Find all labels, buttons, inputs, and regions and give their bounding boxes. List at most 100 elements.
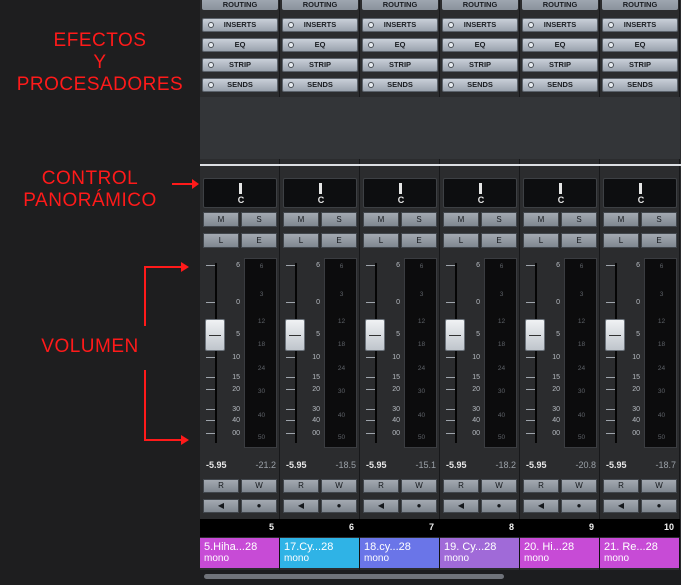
strip-button[interactable]: STRIP xyxy=(362,58,438,72)
eq-button[interactable]: EQ xyxy=(362,38,438,52)
volume-fader[interactable] xyxy=(525,319,545,351)
read-automation-button[interactable]: R xyxy=(283,479,319,493)
read-automation-button[interactable]: R xyxy=(603,479,639,493)
read-automation-button[interactable]: R xyxy=(523,479,559,493)
channel-name-label[interactable]: 18.cy...28 mono xyxy=(360,538,440,568)
volume-value[interactable]: -5.95 xyxy=(286,460,307,470)
read-automation-button[interactable]: R xyxy=(443,479,479,493)
listen-button[interactable]: L xyxy=(523,233,559,248)
volume-value[interactable]: -5.95 xyxy=(526,460,547,470)
routing-button[interactable]: ROUTING xyxy=(202,0,278,10)
sends-button[interactable]: SENDS xyxy=(282,78,358,92)
record-enable-button[interactable]: ● xyxy=(241,499,277,513)
solo-button[interactable]: S xyxy=(561,212,597,227)
monitor-button[interactable]: ◀ xyxy=(523,499,559,513)
listen-button[interactable]: L xyxy=(603,233,639,248)
inserts-button[interactable]: INSERTS xyxy=(602,18,678,32)
monitor-button[interactable]: ◀ xyxy=(603,499,639,513)
strip-button[interactable]: STRIP xyxy=(202,58,278,72)
pan-control[interactable]: C xyxy=(603,178,677,208)
edit-button[interactable]: E xyxy=(481,233,517,248)
inserts-button[interactable]: INSERTS xyxy=(362,18,438,32)
eq-button[interactable]: EQ xyxy=(442,38,518,52)
pan-control[interactable]: C xyxy=(203,178,277,208)
channel-name-label[interactable]: 19. Cy...28 mono xyxy=(440,538,520,568)
channel-name-label[interactable]: 17.Cy...28 mono xyxy=(280,538,360,568)
channel-name-label[interactable]: 5.Hiha...28 mono xyxy=(200,538,280,568)
write-automation-button[interactable]: W xyxy=(481,479,517,493)
sends-button[interactable]: SENDS xyxy=(442,78,518,92)
channel-name-label[interactable]: 20. Hi...28 mono xyxy=(520,538,600,568)
monitor-button[interactable]: ◀ xyxy=(283,499,319,513)
volume-value[interactable]: -5.95 xyxy=(446,460,467,470)
monitor-button[interactable]: ◀ xyxy=(443,499,479,513)
volume-fader[interactable] xyxy=(445,319,465,351)
volume-value[interactable]: -5.95 xyxy=(206,460,227,470)
mute-button[interactable]: M xyxy=(523,212,559,227)
edit-button[interactable]: E xyxy=(321,233,357,248)
volume-fader[interactable] xyxy=(365,319,385,351)
volume-value[interactable]: -5.95 xyxy=(606,460,627,470)
eq-button[interactable]: EQ xyxy=(202,38,278,52)
inserts-button[interactable]: INSERTS xyxy=(282,18,358,32)
volume-fader[interactable] xyxy=(605,319,625,351)
routing-button[interactable]: ROUTING xyxy=(362,0,438,10)
sends-button[interactable]: SENDS xyxy=(202,78,278,92)
scrollbar-thumb[interactable] xyxy=(204,574,504,579)
eq-button[interactable]: EQ xyxy=(602,38,678,52)
inserts-button[interactable]: INSERTS xyxy=(202,18,278,32)
solo-button[interactable]: S xyxy=(481,212,517,227)
mute-button[interactable]: M xyxy=(203,212,239,227)
monitor-button[interactable]: ◀ xyxy=(203,499,239,513)
routing-button[interactable]: ROUTING xyxy=(602,0,678,10)
read-automation-button[interactable]: R xyxy=(203,479,239,493)
mute-button[interactable]: M xyxy=(603,212,639,227)
pan-control[interactable]: C xyxy=(523,178,597,208)
strip-button[interactable]: STRIP xyxy=(282,58,358,72)
read-automation-button[interactable]: R xyxy=(363,479,399,493)
record-enable-button[interactable]: ● xyxy=(321,499,357,513)
record-enable-button[interactable]: ● xyxy=(561,499,597,513)
mute-button[interactable]: M xyxy=(283,212,319,227)
mute-button[interactable]: M xyxy=(443,212,479,227)
sends-button[interactable]: SENDS xyxy=(602,78,678,92)
inserts-button[interactable]: INSERTS xyxy=(522,18,598,32)
volume-fader[interactable] xyxy=(205,319,225,351)
solo-button[interactable]: S xyxy=(321,212,357,227)
solo-button[interactable]: S xyxy=(401,212,437,227)
routing-button[interactable]: ROUTING xyxy=(282,0,358,10)
listen-button[interactable]: L xyxy=(363,233,399,248)
sends-button[interactable]: SENDS xyxy=(522,78,598,92)
channel-name-label[interactable]: 21. Re...28 mono xyxy=(600,538,680,568)
edit-button[interactable]: E xyxy=(641,233,677,248)
record-enable-button[interactable]: ● xyxy=(481,499,517,513)
write-automation-button[interactable]: W xyxy=(561,479,597,493)
pan-control[interactable]: C xyxy=(283,178,357,208)
inserts-button[interactable]: INSERTS xyxy=(442,18,518,32)
routing-button[interactable]: ROUTING xyxy=(442,0,518,10)
strip-button[interactable]: STRIP xyxy=(602,58,678,72)
record-enable-button[interactable]: ● xyxy=(641,499,677,513)
solo-button[interactable]: S xyxy=(241,212,277,227)
monitor-button[interactable]: ◀ xyxy=(363,499,399,513)
mute-button[interactable]: M xyxy=(363,212,399,227)
volume-fader[interactable] xyxy=(285,319,305,351)
edit-button[interactable]: E xyxy=(561,233,597,248)
sends-button[interactable]: SENDS xyxy=(362,78,438,92)
listen-button[interactable]: L xyxy=(283,233,319,248)
eq-button[interactable]: EQ xyxy=(282,38,358,52)
horizontal-scrollbar[interactable] xyxy=(200,570,681,585)
listen-button[interactable]: L xyxy=(203,233,239,248)
routing-button[interactable]: ROUTING xyxy=(522,0,598,10)
write-automation-button[interactable]: W xyxy=(641,479,677,493)
solo-button[interactable]: S xyxy=(641,212,677,227)
volume-value[interactable]: -5.95 xyxy=(366,460,387,470)
pan-control[interactable]: C xyxy=(363,178,437,208)
write-automation-button[interactable]: W xyxy=(241,479,277,493)
record-enable-button[interactable]: ● xyxy=(401,499,437,513)
edit-button[interactable]: E xyxy=(401,233,437,248)
write-automation-button[interactable]: W xyxy=(401,479,437,493)
pan-control[interactable]: C xyxy=(443,178,517,208)
write-automation-button[interactable]: W xyxy=(321,479,357,493)
listen-button[interactable]: L xyxy=(443,233,479,248)
